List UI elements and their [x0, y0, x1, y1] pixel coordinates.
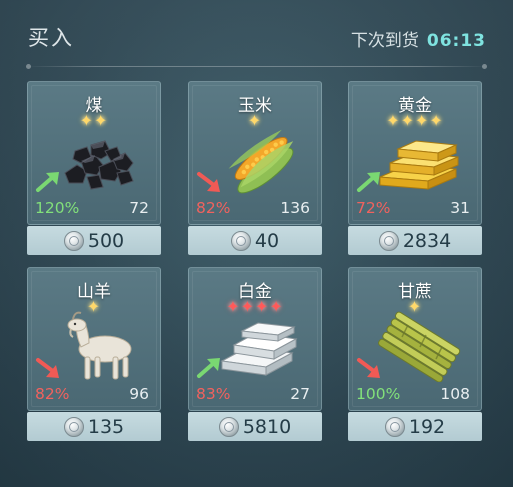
price-percent: 120%	[35, 199, 80, 217]
market-card-corn[interactable]: 玉米 ✦ 82% 136 40	[188, 81, 322, 255]
silver-coin-icon	[230, 230, 251, 251]
market-card-gold[interactable]: 黄金 ✦✦✦✦ 72% 31 2834	[348, 81, 482, 255]
gold-bars-icon	[379, 140, 459, 190]
market-card-coal[interactable]: 煤 ✦✦ 120% 72 500	[27, 81, 161, 255]
stock-quantity: 96	[129, 385, 149, 403]
buy-price-button[interactable]: 40	[188, 226, 322, 255]
stock-quantity: 136	[280, 199, 310, 217]
buy-price-button[interactable]: 2834	[348, 226, 482, 255]
price-value: 40	[254, 229, 280, 252]
price-value: 2834	[402, 229, 452, 252]
corn-icon	[228, 129, 294, 194]
rarity-stars: ✦✦✦✦	[386, 111, 444, 130]
rarity-stars: ✦✦✦✦	[226, 297, 284, 316]
trend-up-icon	[197, 358, 220, 378]
restock-label: 下次到货	[350, 31, 419, 51]
price-value: 135	[87, 415, 125, 438]
stock-quantity: 108	[440, 385, 470, 403]
rarity-stars: ✦	[86, 297, 102, 316]
trend-up-icon	[36, 172, 59, 192]
rarity-stars: ✦	[407, 297, 423, 316]
trend-down-icon	[357, 358, 380, 378]
rarity-stars: ✦	[247, 111, 263, 130]
trend-up-icon	[357, 172, 380, 192]
market-card-sugarcane[interactable]: 甘蔗 ✦ 100% 108 192	[348, 267, 482, 441]
price-value: 500	[87, 229, 125, 252]
stock-quantity: 72	[129, 199, 149, 217]
silver-coin-icon	[63, 416, 84, 437]
rarity-stars: ✦✦	[79, 111, 109, 130]
price-value: 192	[408, 415, 446, 438]
divider	[26, 64, 487, 69]
silver-coin-icon	[63, 230, 84, 251]
price-value: 5810	[242, 415, 292, 438]
platinum-bars-icon	[220, 322, 298, 376]
stock-quantity: 27	[290, 385, 310, 403]
restock-time: 06:13	[426, 31, 486, 51]
market-card-goat[interactable]: 山羊 ✦ 82% 96 135	[27, 267, 161, 441]
restock-timer: 下次到货 06:13	[351, 26, 486, 51]
buy-price-button[interactable]: 135	[27, 412, 161, 441]
trend-down-icon	[36, 358, 59, 378]
silver-coin-icon	[218, 416, 239, 437]
sugarcane-icon	[378, 311, 461, 382]
market-card-platinum[interactable]: 白金 ✦✦✦✦ 83% 27 5810	[188, 267, 322, 441]
goat-icon	[67, 311, 132, 380]
trend-down-icon	[197, 172, 220, 192]
buy-price-button[interactable]: 5810	[188, 412, 322, 441]
price-percent: 72%	[356, 199, 391, 217]
stock-quantity: 31	[450, 199, 470, 217]
buy-price-button[interactable]: 192	[348, 412, 482, 441]
page-title: 买入	[28, 26, 74, 50]
coal-icon	[64, 140, 134, 190]
price-percent: 82%	[35, 385, 70, 403]
silver-coin-icon	[378, 230, 399, 251]
buy-price-button[interactable]: 500	[27, 226, 161, 255]
price-percent: 82%	[196, 199, 231, 217]
silver-coin-icon	[384, 416, 405, 437]
price-percent: 100%	[356, 385, 401, 403]
price-percent: 83%	[196, 385, 231, 403]
